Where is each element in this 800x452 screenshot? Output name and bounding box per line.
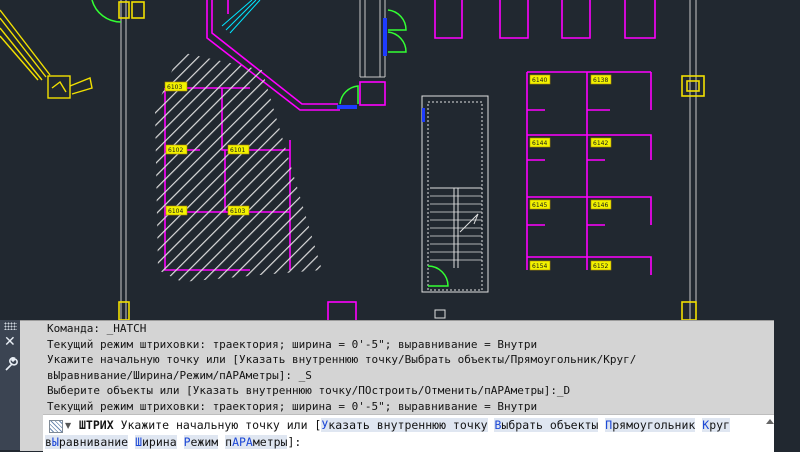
option-pick-internal-point[interactable]: Указать внутреннюю точку	[321, 418, 488, 432]
history-line: вЫравнивание/Ширина/Режим/пАРАметры]: _S	[47, 368, 312, 382]
room-tag: 6103	[227, 205, 250, 216]
room-tag: 6144	[529, 137, 551, 148]
svg-text:6103: 6103	[167, 84, 182, 91]
command-window-grip[interactable]: ✕	[0, 320, 20, 450]
hatch-icon[interactable]	[49, 420, 63, 433]
option-circle[interactable]: Круг	[702, 418, 730, 432]
room-tag: 6145	[529, 199, 551, 210]
option-parameters[interactable]: пАРАметры	[225, 435, 288, 449]
history-line: Выберите объекты или [Указать внутреннюю…	[47, 384, 571, 397]
option-mode[interactable]: Режим	[183, 435, 219, 449]
svg-text:6145: 6145	[532, 202, 547, 209]
svg-text:6104: 6104	[168, 208, 183, 215]
dropdown-arrow-icon[interactable]: ▼	[65, 421, 71, 430]
svg-text:6103: 6103	[230, 208, 245, 215]
room-tag: 6104	[165, 205, 188, 216]
prompt-end: ]:	[287, 435, 302, 449]
room-tag: 6103	[164, 81, 188, 92]
svg-text:6138: 6138	[593, 77, 608, 84]
room-tag: 6102	[165, 144, 188, 155]
room-tag: 6101	[227, 144, 250, 155]
svg-text:6140: 6140	[532, 77, 547, 84]
option-rectangle[interactable]: Прямоугольник	[605, 418, 696, 432]
room-tag: 6142	[590, 137, 612, 148]
command-name: ШТРИХ	[79, 418, 114, 432]
room-tag: 6154	[529, 260, 551, 271]
svg-text:6101: 6101	[230, 147, 245, 154]
blue-panels	[337, 18, 425, 122]
prompt-line-1: ШТРИХ Укажите начальную точку или [Указа…	[79, 416, 730, 434]
prompt-line-2: вЫравнивание Ширина Режим пАРАметры]:	[45, 433, 301, 451]
history-line: Укажите начальную точку или [Указать вну…	[47, 353, 637, 366]
svg-text:6144: 6144	[532, 140, 547, 147]
svg-text:6146: 6146	[593, 202, 608, 209]
svg-text:6142: 6142	[593, 140, 608, 147]
svg-text:6102: 6102	[168, 147, 183, 154]
command-window[interactable]: Команда: _HATCH Текущий режим штриховки:…	[20, 320, 774, 452]
prompt-text: Укажите начальную точку или [	[120, 418, 322, 432]
stair-core	[421, 95, 489, 319]
room-tag: 6138	[590, 74, 612, 85]
room-tag: 6152	[590, 260, 612, 271]
option-alignment[interactable]: вЫравнивание	[45, 435, 129, 449]
room-tag: 6146	[590, 199, 612, 210]
svg-text:6152: 6152	[593, 263, 608, 270]
ramp-outline	[0, 9, 93, 99]
command-line-input[interactable]: ▼ ШТРИХ Укажите начальную точку или [Ука…	[43, 414, 774, 452]
command-history: Команда: _HATCH Текущий режим штриховки:…	[20, 321, 774, 413]
wrench-icon[interactable]	[4, 356, 18, 372]
option-select-objects[interactable]: Выбрать объекты	[494, 418, 599, 432]
scroll-up-icon[interactable]	[766, 419, 774, 424]
history-line: Текущий режим штриховки: траектория; шир…	[47, 399, 538, 413]
history-line: Команда: _HATCH	[47, 322, 147, 335]
close-icon[interactable]: ✕	[4, 334, 16, 350]
history-line: Текущий режим штриховки: траектория; шир…	[47, 337, 538, 351]
option-width[interactable]: Ширина	[135, 435, 177, 449]
room-tag: 6140	[529, 74, 551, 85]
svg-text:6154: 6154	[532, 263, 547, 270]
grip-icon[interactable]	[4, 322, 17, 330]
history-scrollbar[interactable]	[766, 419, 774, 451]
